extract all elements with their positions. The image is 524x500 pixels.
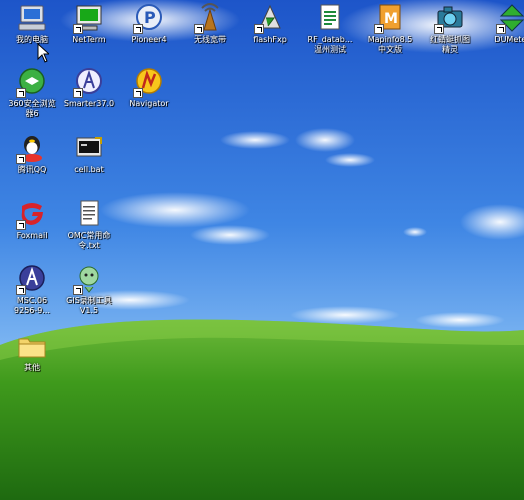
rf-database-icon (314, 2, 346, 34)
navigator-icon (133, 66, 165, 98)
netterm-icon (73, 2, 105, 34)
dumeter-icon (496, 2, 524, 34)
pioneer4-icon: P (133, 2, 165, 34)
desktop-icon[interactable]: Navigator (117, 66, 181, 124)
svg-text:P: P (144, 8, 156, 27)
text-file-icon (73, 198, 105, 230)
desktop-icon[interactable]: 腾讯QQ (0, 132, 64, 190)
folder-icon (16, 330, 48, 362)
foxmail-icon (16, 198, 48, 230)
capture-tool-icon (434, 2, 466, 34)
qq-icon (16, 132, 48, 164)
desktop-icon[interactable]: P Pioneer4 (117, 2, 181, 60)
batch-file-icon (73, 132, 105, 164)
msc-icon (16, 263, 48, 295)
desktop-icon[interactable]: RF_datab... 温州测试 (298, 2, 362, 60)
svg-text:M: M (384, 11, 398, 27)
desktop-icon[interactable]: 红蜻蜓抓图 精灵 (418, 2, 482, 60)
mouse-cursor (37, 43, 49, 63)
desktop-icon[interactable]: GIS录制工具 V1.5 (57, 263, 121, 321)
desktop-icon[interactable]: NetTerm (57, 2, 121, 60)
desktop[interactable]: 我的电脑 NetTerm P Pioneer4 无线宽带 flashFxp RF… (0, 0, 524, 500)
desktop-icon[interactable]: flashFxp (238, 2, 302, 60)
desktop-icon[interactable]: 无线宽带 (178, 2, 242, 60)
desktop-icon[interactable]: 其他 (0, 330, 64, 388)
flashfxp-icon (254, 2, 286, 34)
wireless-broadband-icon (194, 2, 226, 34)
desktop-icon[interactable]: OMC常用命 令.txt (57, 198, 121, 256)
desktop-icon[interactable]: 我的电脑 (0, 2, 64, 60)
desktop-icon[interactable]: M Mapinfo8.5 中文版 (358, 2, 422, 60)
desktop-icon[interactable]: DUMeter (480, 2, 524, 60)
desktop-icon[interactable]: 360安全浏览 器6 (0, 66, 64, 124)
desktop-icon[interactable]: Smarter37.0 (57, 66, 121, 124)
desktop-icon[interactable]: cell.bat (57, 132, 121, 190)
smarter37-icon (73, 66, 105, 98)
my-computer-icon (16, 2, 48, 34)
gis-tool-icon (73, 263, 105, 295)
browser-360-icon (16, 66, 48, 98)
mapinfo-icon: M (374, 2, 406, 34)
